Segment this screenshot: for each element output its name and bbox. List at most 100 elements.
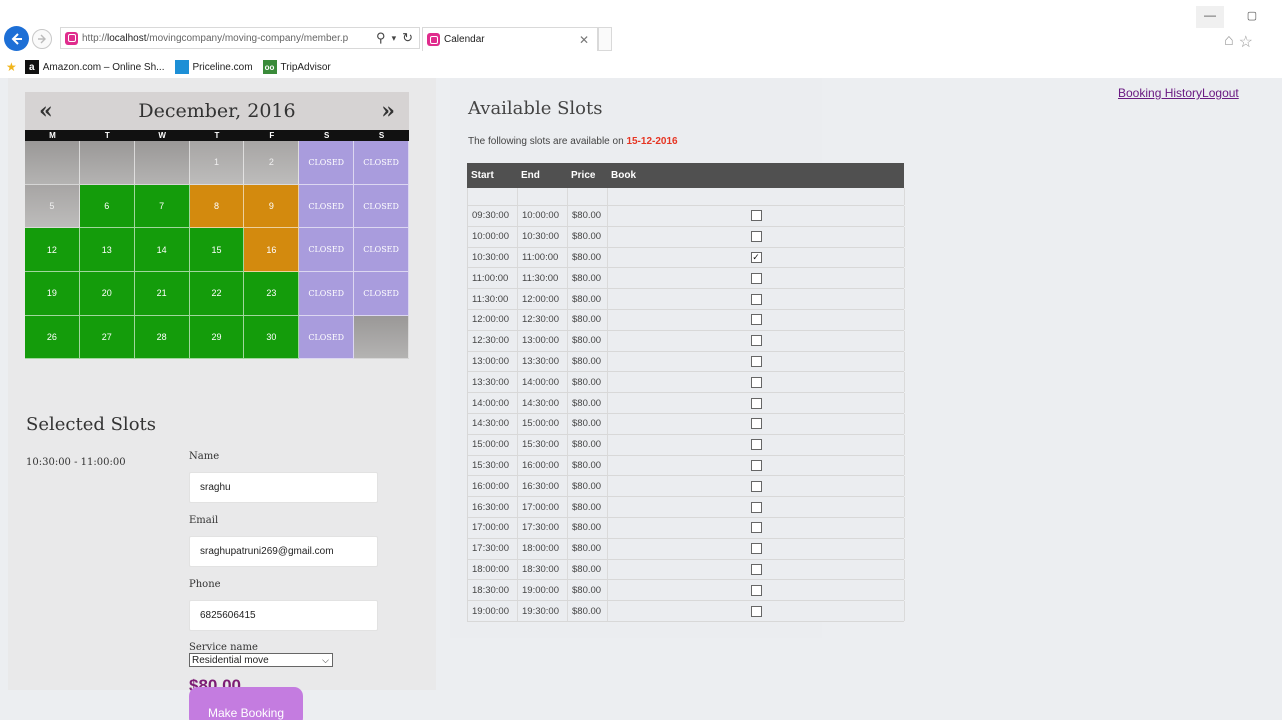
book-checkbox[interactable]	[750, 480, 762, 492]
calendar-grid: 1 2 CLOSED CLOSED 5 6 7 8 9 CLOSED CLOSED 12 13 14 15 1…	[25, 141, 409, 360]
table-row: 18:30:00 19:00:00 $80.00	[468, 580, 905, 602]
back-button[interactable]	[4, 26, 29, 51]
table-row: 15:00:00 15:30:00 $80.00	[468, 434, 905, 456]
calendar-day-closed: CLOSED	[354, 141, 409, 185]
calendar-day-13[interactable]: 13	[79, 228, 135, 273]
calendar-day-14[interactable]: 14	[134, 228, 190, 273]
book-checkbox[interactable]	[750, 355, 762, 367]
slot-book-cell	[608, 434, 905, 455]
favorite-amazon[interactable]: a Amazon.com – Online Sh...	[24, 60, 165, 74]
phone-field[interactable]: 6825606415	[189, 600, 378, 631]
favorite-priceline[interactable]: Priceline.com	[174, 60, 253, 74]
calendar-day-16[interactable]: 16	[244, 228, 300, 273]
slot-end: 13:00:00	[518, 330, 568, 351]
prev-month-button[interactable]: «	[39, 98, 53, 124]
search-icon[interactable]: ⚲	[376, 30, 386, 46]
book-checkbox[interactable]	[750, 376, 762, 388]
slot-book-cell	[608, 206, 905, 226]
calendar-day-23[interactable]: 23	[244, 272, 300, 316]
table-row: 17:30:00 18:00:00 $80.00	[468, 538, 905, 560]
tab-calendar[interactable]: Calendar ✕	[422, 27, 598, 51]
calendar-day-closed: CLOSED	[299, 315, 355, 360]
book-checkbox[interactable]	[750, 335, 762, 347]
book-checkbox[interactable]	[750, 210, 762, 222]
email-field[interactable]: sraghupatruni269@gmail.com	[189, 536, 378, 567]
maximize-button[interactable]: ▢	[1238, 6, 1266, 28]
calendar-day-30[interactable]: 30	[244, 315, 300, 360]
next-month-button[interactable]: »	[381, 98, 395, 124]
calendar-day-28[interactable]: 28	[134, 315, 190, 360]
new-tab-button[interactable]	[598, 27, 612, 51]
book-checkbox[interactable]	[750, 459, 762, 471]
slot-price: $80.00	[568, 289, 608, 309]
book-checkbox[interactable]	[750, 293, 762, 305]
forward-button[interactable]	[32, 29, 52, 49]
slot-price: $80.00	[568, 580, 608, 601]
book-checkbox[interactable]: ✓	[750, 251, 762, 263]
slot-end: 10:30:00	[518, 226, 568, 247]
table-row: 11:30:00 12:00:00 $80.00	[468, 289, 905, 310]
chevron-down-icon[interactable]: ▾	[392, 30, 397, 46]
book-checkbox[interactable]	[750, 397, 762, 409]
logout-link[interactable]: Logout	[1202, 86, 1239, 100]
minimize-button[interactable]: —	[1196, 6, 1224, 28]
book-checkbox[interactable]	[750, 501, 762, 513]
table-row: 18:00:00 18:30:00 $80.00	[468, 559, 905, 581]
calendar-day-21[interactable]: 21	[134, 272, 190, 316]
weekday-label: S	[378, 131, 385, 140]
tab-title: Calendar	[444, 34, 485, 45]
table-row: 13:00:00 13:30:00 $80.00	[468, 351, 905, 373]
calendar-header: « December, 2016 »	[25, 92, 409, 130]
close-icon[interactable]: ✕	[579, 33, 589, 47]
slot-book-cell	[608, 559, 905, 580]
booking-history-link[interactable]: Booking History	[1118, 86, 1202, 100]
slot-end: 11:30:00	[518, 268, 568, 289]
book-checkbox[interactable]	[750, 418, 762, 430]
home-icon[interactable]: ⌂	[1224, 32, 1234, 52]
calendar-day-19[interactable]: 19	[25, 272, 80, 316]
book-checkbox[interactable]	[750, 439, 762, 451]
selected-date: 15-12-2016	[626, 136, 678, 147]
column-header: Book	[611, 170, 636, 181]
star-icon[interactable]: ☆	[1239, 32, 1253, 52]
slot-book-cell	[608, 372, 905, 393]
slot-price: $80.00	[568, 226, 608, 247]
calendar-day-6[interactable]: 6	[79, 184, 135, 229]
slot-price: $80.00	[568, 372, 608, 393]
book-checkbox[interactable]	[750, 563, 762, 575]
slot-price: $80.00	[568, 351, 608, 372]
book-checkbox[interactable]	[750, 231, 762, 243]
table-row-blank	[468, 188, 905, 206]
book-checkbox[interactable]	[750, 314, 762, 326]
calendar-day-22[interactable]: 22	[189, 272, 245, 316]
address-bar[interactable]: http://localhost/movingcompany/moving-co…	[60, 27, 420, 49]
calendar-day-closed: CLOSED	[299, 184, 355, 229]
make-booking-button[interactable]: Make Booking	[189, 687, 303, 720]
calendar-day-8[interactable]: 8	[189, 184, 245, 229]
slot-book-cell	[608, 393, 905, 413]
slot-end: 11:00:00	[518, 247, 568, 268]
calendar-day-12[interactable]: 12	[25, 228, 80, 273]
weekday-label: T	[104, 131, 110, 140]
calendar-day-9[interactable]: 9	[244, 184, 300, 229]
calendar-day-29[interactable]: 29	[189, 315, 245, 360]
name-field[interactable]: sraghu	[189, 472, 378, 503]
browser-chrome: http://localhost/movingcompany/moving-co…	[0, 0, 1282, 78]
book-checkbox[interactable]	[750, 543, 762, 555]
calendar-day-20[interactable]: 20	[79, 272, 135, 316]
refresh-icon[interactable]: ↻	[402, 30, 413, 46]
book-checkbox[interactable]	[750, 605, 762, 617]
slot-price: $80.00	[568, 413, 608, 434]
book-checkbox[interactable]	[750, 272, 762, 284]
column-header: End	[521, 170, 540, 181]
calendar-day-7[interactable]: 7	[134, 184, 190, 229]
favorites-star-icon[interactable]: ★	[6, 60, 17, 74]
calendar-day-26[interactable]: 26	[25, 315, 80, 360]
book-checkbox[interactable]	[750, 522, 762, 534]
favorite-tripadvisor[interactable]: oo TripAdvisor	[262, 60, 331, 74]
calendar-day-27[interactable]: 27	[79, 315, 135, 360]
slot-start: 15:00:00	[468, 434, 518, 455]
service-select[interactable]: Residential move ⌵	[189, 653, 333, 667]
calendar-day-15[interactable]: 15	[189, 228, 245, 273]
book-checkbox[interactable]	[750, 584, 762, 596]
